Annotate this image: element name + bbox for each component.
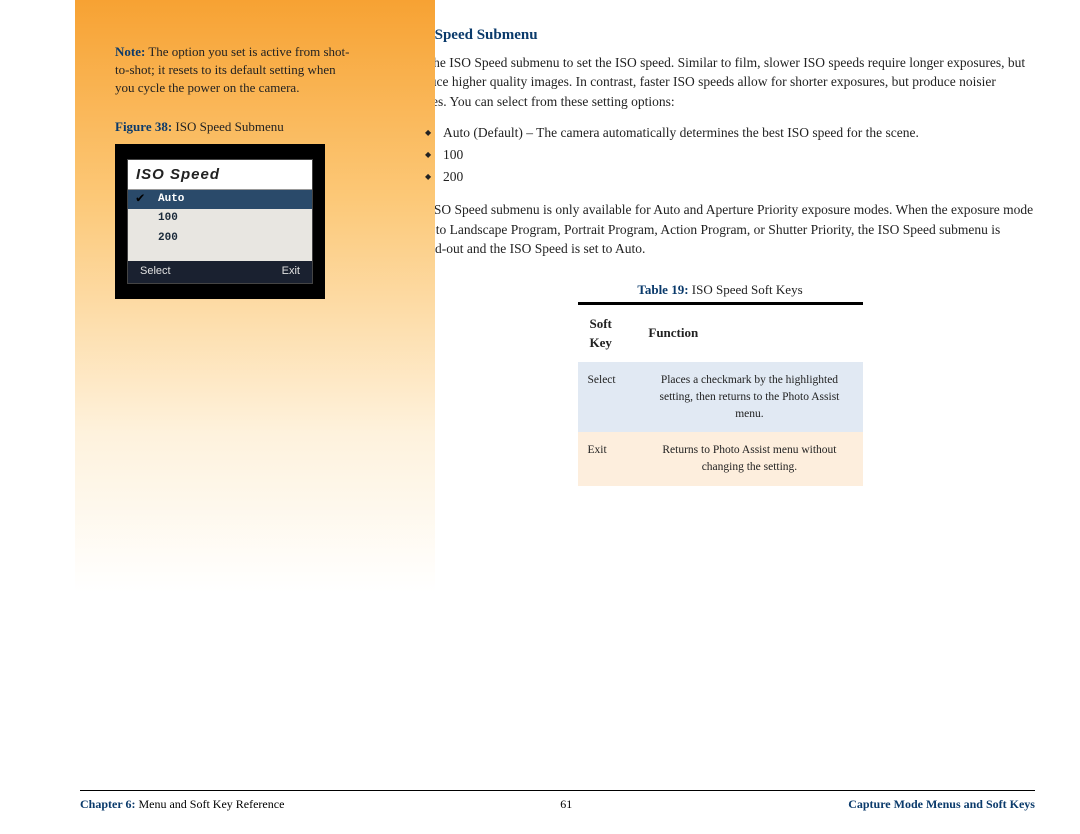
screen-row-label: 200 (158, 232, 178, 244)
screen-row-auto: ✔ Auto (128, 190, 312, 209)
figure-caption: Figure 38: ISO Speed Submenu (115, 118, 350, 136)
screen-row-label: 100 (158, 212, 178, 224)
bullet-item: 200 (425, 167, 1035, 187)
camera-screen-inner: ISO Speed ✔ Auto 100 200 Select Exit (127, 159, 313, 284)
table-cell-key: Select (578, 362, 637, 432)
figure-title: ISO Speed Submenu (172, 119, 284, 134)
section-title: ISO Speed Submenu (405, 25, 1035, 47)
footer-left: Chapter 6: Menu and Soft Key Reference (80, 797, 284, 812)
sidebar-content: Note: The option you set is active from … (0, 0, 380, 299)
screen-row-label: Auto (158, 193, 184, 205)
screen-row-200: 200 (128, 229, 312, 248)
note-label: Note: (115, 44, 145, 59)
table-row: Select Places a checkmark by the highlig… (578, 362, 863, 432)
main-column: ISO Speed Submenu Use the ISO Speed subm… (380, 0, 1080, 834)
softkey-table: Soft Key Function Select Places a checkm… (578, 302, 863, 486)
table-cell-key: Exit (578, 432, 637, 485)
bullet-item: 100 (425, 145, 1035, 165)
screen-row-100: 100 (128, 209, 312, 228)
paragraph-intro: Use the ISO Speed submenu to set the ISO… (405, 53, 1035, 112)
note-paragraph: Note: The option you set is active from … (115, 43, 350, 98)
page-footer: Chapter 6: Menu and Soft Key Reference 6… (80, 790, 1035, 812)
footer-chapter-label: Chapter 6: (80, 797, 135, 811)
table-row: Exit Returns to Photo Assist menu withou… (578, 432, 863, 485)
bullet-list: Auto (Default) – The camera automaticall… (405, 123, 1035, 186)
footer-section: Capture Mode Menus and Soft Keys (848, 797, 1035, 812)
table-header-function: Function (636, 303, 862, 362)
checkmark-icon: ✔ (136, 190, 144, 210)
screen-softkey-select: Select (140, 264, 171, 279)
table-header-row: Soft Key Function (578, 303, 863, 362)
sidebar-column: Note: The option you set is active from … (0, 0, 380, 834)
screen-title: ISO Speed (128, 160, 312, 190)
bullet-item: Auto (Default) – The camera automaticall… (425, 123, 1035, 143)
table-cell-function: Places a checkmark by the highlighted se… (636, 362, 862, 432)
paragraph-availability: The ISO Speed submenu is only available … (405, 200, 1035, 259)
figure-label: Figure 38: (115, 119, 172, 134)
table-header-softkey: Soft Key (578, 303, 637, 362)
manual-page: Note: The option you set is active from … (0, 0, 1080, 834)
table-caption: Table 19: ISO Speed Soft Keys (578, 281, 863, 300)
table-title: ISO Speed Soft Keys (689, 282, 803, 297)
screen-footer: Select Exit (128, 261, 312, 282)
screen-softkey-exit: Exit (282, 264, 300, 279)
softkey-table-block: Table 19: ISO Speed Soft Keys Soft Key F… (578, 281, 863, 486)
footer-chapter-title: Menu and Soft Key Reference (135, 797, 284, 811)
footer-page-number: 61 (560, 797, 572, 812)
camera-screen: ISO Speed ✔ Auto 100 200 Select Exit (115, 144, 325, 299)
table-label: Table 19: (637, 282, 688, 297)
table-cell-function: Returns to Photo Assist menu without cha… (636, 432, 862, 485)
note-text: The option you set is active from shot-t… (115, 44, 349, 95)
